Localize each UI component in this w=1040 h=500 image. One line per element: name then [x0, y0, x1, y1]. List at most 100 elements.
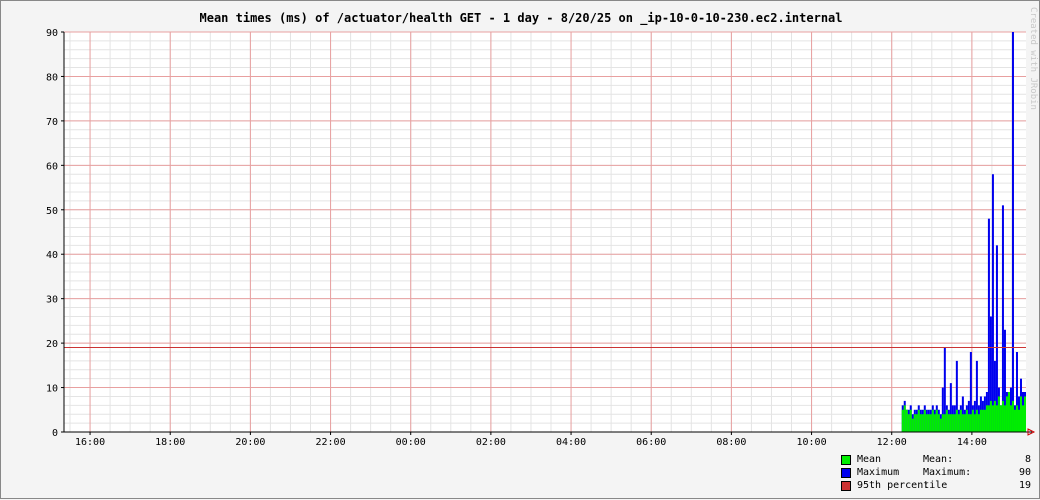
mean-bar: [911, 418, 914, 432]
mean-bar: [971, 409, 974, 432]
mean-bar: [969, 414, 972, 432]
mean-bar: [917, 409, 920, 432]
mean-bar: [989, 400, 992, 432]
mean-bar: [947, 414, 950, 432]
mean-bar: [921, 414, 924, 432]
mean-bar: [901, 409, 904, 432]
mean-bar: [983, 409, 986, 432]
max-bar: [995, 245, 998, 432]
legend-value: 8: [1024, 454, 1031, 465]
mean-bar: [937, 414, 940, 432]
mean-bar: [941, 414, 944, 432]
mean-bar: [1015, 405, 1018, 432]
y-tick-label: 70: [46, 117, 58, 128]
mean-bar: [905, 409, 908, 432]
mean-bar: [927, 414, 930, 432]
mean-bar: [1019, 396, 1022, 432]
mean-bar: [981, 409, 984, 432]
legend-item: Maximum Maximum: 90: [841, 466, 1031, 479]
mean-bar: [909, 409, 912, 432]
legend: Mean Mean: 8 Maximum Maximum: 90 95th percenti…: [841, 453, 1031, 492]
legend-stat: Mean:: [923, 454, 954, 465]
mean-bar: [965, 409, 968, 432]
mean-bar: [975, 409, 978, 432]
mean-bar: [995, 405, 998, 432]
max-bar: [1001, 205, 1004, 432]
mean-bar: [925, 414, 928, 432]
mean-bar: [1005, 396, 1008, 432]
x-tick-label: 04:00: [556, 437, 586, 448]
mean-bar: [985, 405, 988, 432]
mean-bar: [943, 414, 946, 432]
mean-bar: [919, 414, 922, 432]
mean-bar: [987, 405, 990, 432]
mean-bar: [931, 409, 934, 432]
legend-stat: :: [923, 480, 930, 491]
legend-stat: Maximum:: [923, 467, 972, 478]
chart-frame: Mean times (ms) of /actuator/health GET …: [0, 0, 1040, 499]
x-tick-label: 00:00: [396, 437, 426, 448]
mean-bar: [957, 414, 960, 432]
legend-value: 90: [1018, 467, 1031, 478]
y-tick-label: 60: [46, 161, 58, 172]
mean-bar: [907, 414, 910, 432]
legend-label: Mean: [857, 454, 882, 465]
mean-bar: [1001, 400, 1004, 432]
max-bar: [1011, 32, 1014, 432]
mean-bar: [949, 414, 952, 432]
legend-swatch: [841, 454, 851, 465]
plot-background: [64, 32, 1026, 432]
mean-bar: [1007, 392, 1010, 432]
mean-bar: [977, 414, 980, 432]
x-tick-label: 22:00: [315, 437, 345, 448]
mean-bar: [955, 409, 958, 432]
mean-bar: [1003, 405, 1006, 432]
x-tick-label: 16:00: [75, 437, 105, 448]
x-tick-label: 20:00: [235, 437, 265, 448]
legend-label: 95th percentile: [857, 480, 948, 491]
legend-label: Maximum: [857, 467, 900, 478]
x-tick-label: 10:00: [796, 437, 826, 448]
mean-bar: [973, 414, 976, 432]
y-tick-label: 80: [46, 72, 58, 83]
mean-bar: [1009, 405, 1012, 432]
mean-bar: [999, 405, 1002, 432]
legend-item: 95th percentile: 19: [841, 479, 1031, 492]
y-tick-label: 20: [46, 339, 58, 350]
y-tick-label: 30: [46, 295, 58, 306]
mean-bar: [1021, 405, 1024, 432]
x-tick-label: 02:00: [476, 437, 506, 448]
mean-bar: [993, 400, 996, 432]
mean-bar: [933, 414, 936, 432]
legend-value: 19: [1018, 480, 1031, 491]
mean-bar: [961, 414, 964, 432]
x-tick-label: 06:00: [636, 437, 666, 448]
y-tick-label: 90: [46, 28, 58, 39]
mean-bar: [903, 405, 906, 432]
mean-bar: [945, 409, 948, 432]
mean-bar: [929, 414, 932, 432]
x-tick-label: 14:00: [957, 437, 987, 448]
mean-bar: [913, 414, 916, 432]
x-tick-label: 08:00: [716, 437, 746, 448]
mean-bar: [951, 414, 954, 432]
mean-bar: [1011, 400, 1014, 432]
mean-bar: [953, 414, 956, 432]
mean-bar: [939, 418, 942, 432]
mean-bar: [935, 409, 938, 432]
mean-bar: [923, 409, 926, 432]
y-tick-label: 10: [46, 384, 58, 395]
mean-bar: [1017, 409, 1020, 432]
chart-plot: 0 10 20 30 40 50 60 70 80 90 16:00 18:00 20:00 22:00 0…: [46, 28, 1036, 448]
mean-bar: [967, 414, 970, 432]
mean-bar: [963, 414, 966, 432]
x-tick-label: 18:00: [155, 437, 185, 448]
x-tick-label: 12:00: [877, 437, 907, 448]
max-bar: [987, 218, 990, 432]
mean-bar: [979, 409, 982, 432]
legend-swatch: [841, 480, 851, 491]
max-bar: [991, 174, 994, 432]
legend-swatch: [841, 467, 851, 478]
mean-bar: [997, 396, 1000, 432]
legend-item: Mean Mean: 8: [841, 453, 1031, 466]
